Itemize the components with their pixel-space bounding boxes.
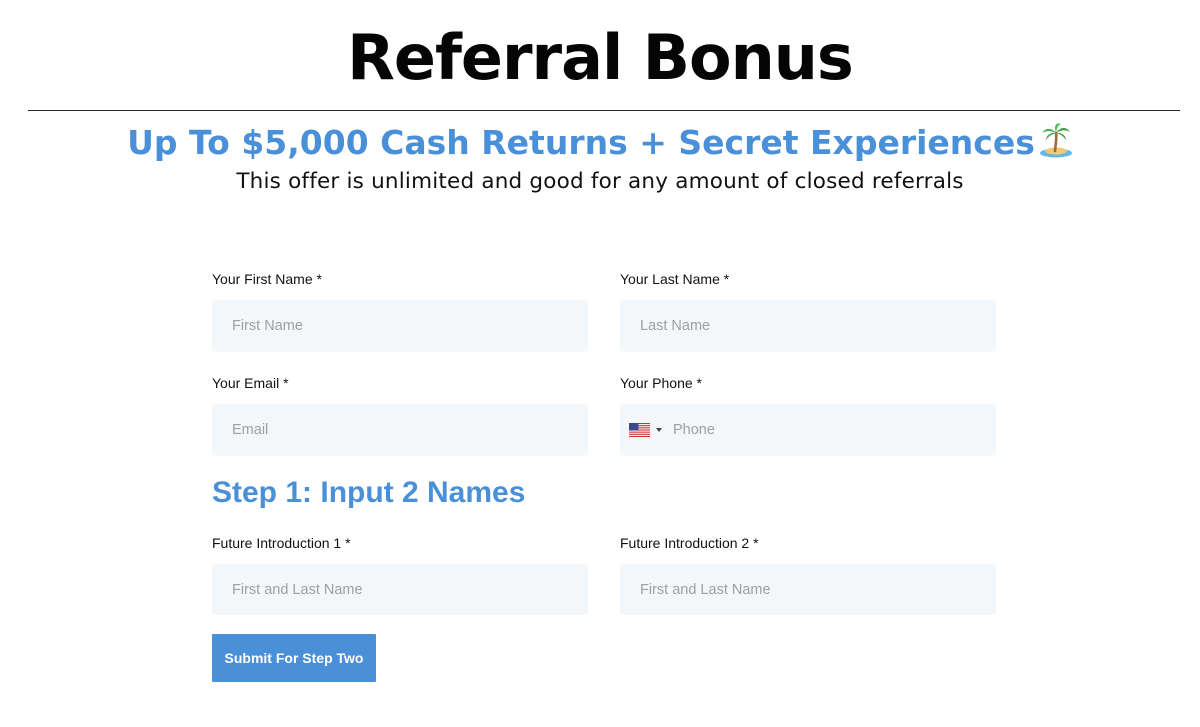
- title-divider: [28, 110, 1180, 111]
- first-name-label: Your First Name *: [212, 271, 322, 287]
- page-title: Referral Bonus: [347, 21, 854, 94]
- desert-island-icon: [1039, 122, 1073, 158]
- country-code-select[interactable]: [629, 422, 665, 438]
- offer-subhead: This offer is unlimited and good for any…: [236, 169, 964, 194]
- us-flag-icon: [629, 423, 650, 437]
- phone-label: Your Phone *: [620, 375, 702, 391]
- email-label: Your Email *: [212, 375, 289, 391]
- intro2-input[interactable]: [620, 564, 996, 615]
- last-name-input[interactable]: [620, 300, 996, 352]
- intro1-input[interactable]: [212, 564, 588, 615]
- email-input[interactable]: [212, 404, 588, 456]
- step-title: Step 1: Input 2 Names: [212, 476, 526, 509]
- offer-headline-text: Up To $5,000 Cash Returns + Secret Exper…: [127, 123, 1035, 162]
- intro2-label: Future Introduction 2 *: [620, 535, 759, 551]
- submit-button[interactable]: Submit For Step Two: [212, 634, 376, 682]
- referral-page: Referral Bonus Up To $5,000 Cash Returns…: [0, 0, 1200, 727]
- first-name-input[interactable]: [212, 300, 588, 352]
- phone-field: [620, 404, 996, 456]
- intro1-label: Future Introduction 1 *: [212, 535, 351, 551]
- chevron-down-icon: [656, 428, 662, 432]
- offer-headline: Up To $5,000 Cash Returns + Secret Exper…: [0, 122, 1200, 164]
- phone-input[interactable]: [673, 404, 993, 456]
- last-name-label: Your Last Name *: [620, 271, 730, 287]
